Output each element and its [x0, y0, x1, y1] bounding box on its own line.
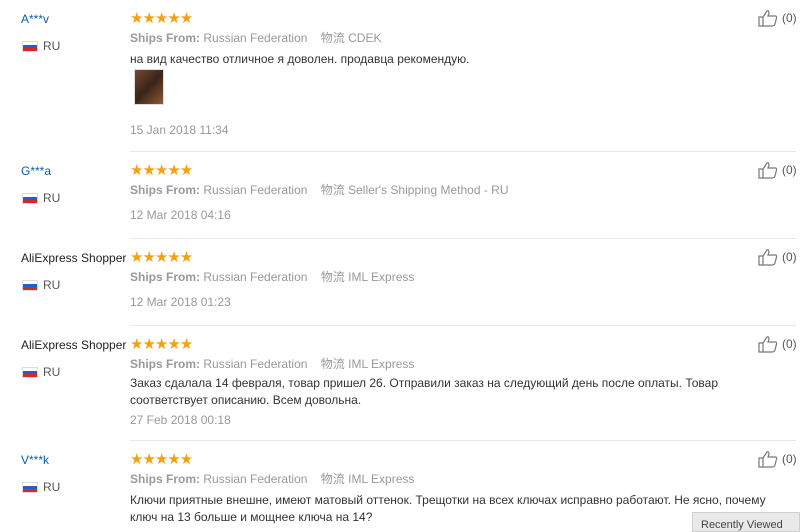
- star-rating: ★★★★★: [130, 10, 193, 27]
- shipping-info: Ships From: Russian Federation 物流 IML Ex…: [130, 357, 415, 371]
- shipping-info: Ships From: Russian Federation 物流 CDEK: [130, 31, 382, 45]
- review-date: 27 Feb 2018 00:18: [130, 413, 231, 427]
- thumbs-up-icon: [758, 249, 778, 266]
- shipping-info: Ships From: Russian Federation 物流 Seller…: [130, 183, 509, 197]
- review-date: 12 Mar 2018 04:16: [130, 208, 231, 222]
- reviewer-country: RU: [22, 278, 60, 292]
- russia-flag-icon: [22, 481, 38, 493]
- thumbs-up-icon: [758, 162, 778, 179]
- review-date: 12 Mar 2018 01:23: [130, 295, 231, 309]
- like-button[interactable]: (0): [758, 9, 797, 27]
- russia-flag-icon: [22, 366, 38, 378]
- review-text: на вид качество отличное я доволен. прод…: [130, 52, 470, 66]
- russia-flag-icon: [22, 192, 38, 204]
- like-button[interactable]: (0): [758, 248, 797, 266]
- russia-flag-icon: [22, 279, 38, 291]
- reviewer-country: RU: [22, 191, 60, 205]
- thumbs-up-icon: [758, 336, 778, 353]
- star-rating: ★★★★★: [130, 336, 193, 353]
- reviewer-country: RU: [22, 365, 60, 379]
- reviewer-name: AliExpress Shopper: [21, 251, 127, 265]
- divider: [130, 440, 796, 441]
- reviewer-name: AliExpress Shopper: [21, 338, 127, 352]
- star-rating: ★★★★★: [130, 451, 193, 468]
- thumbs-up-icon: [758, 10, 778, 27]
- thumbs-up-icon: [758, 451, 778, 468]
- like-button[interactable]: (0): [758, 161, 797, 179]
- shipping-info: Ships From: Russian Federation 物流 IML Ex…: [130, 472, 415, 486]
- reviewer-country: RU: [22, 39, 60, 53]
- like-button[interactable]: (0): [758, 335, 797, 353]
- divider: [130, 238, 796, 239]
- recently-viewed-tab[interactable]: Recently Viewed: [692, 512, 800, 532]
- reviewer-name[interactable]: A***v: [21, 12, 49, 26]
- reviewer-country: RU: [22, 480, 60, 494]
- russia-flag-icon: [22, 40, 38, 52]
- review-photo-thumbnail[interactable]: [134, 69, 164, 105]
- star-rating: ★★★★★: [130, 162, 193, 179]
- star-rating: ★★★★★: [130, 249, 193, 266]
- like-button[interactable]: (0): [758, 450, 797, 468]
- review-date: 15 Jan 2018 11:34: [130, 123, 229, 137]
- divider: [130, 151, 796, 152]
- reviewer-name[interactable]: V***k: [21, 453, 49, 467]
- shipping-info: Ships From: Russian Federation 物流 IML Ex…: [130, 270, 415, 284]
- reviewer-name[interactable]: G***a: [21, 164, 51, 178]
- review-text: Ключи приятные внешне, имеют матовый отт…: [130, 493, 766, 524]
- review-text: Заказ сдалала 14 февраля, товар пришел 2…: [130, 376, 718, 407]
- divider: [130, 325, 796, 326]
